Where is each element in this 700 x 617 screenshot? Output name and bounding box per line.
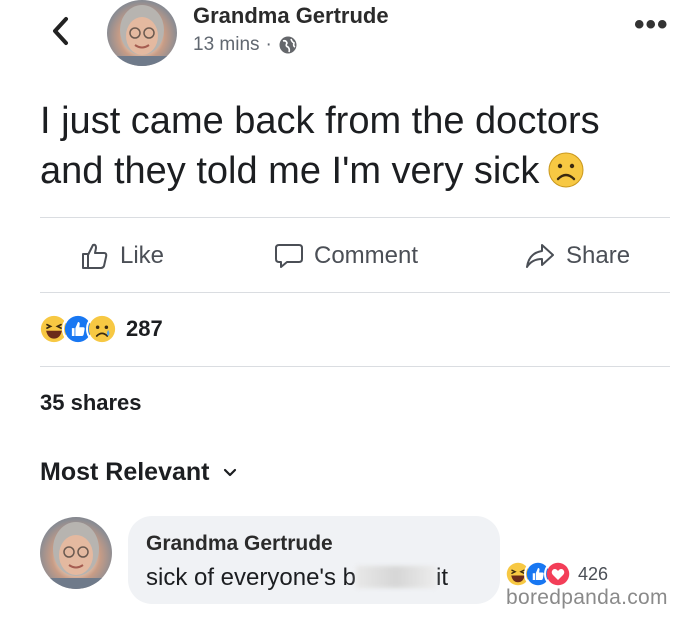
- divider: [40, 217, 670, 218]
- watermark: boredpanda.com: [506, 586, 668, 609]
- love-icon: [544, 560, 572, 588]
- author-name[interactable]: Grandma Gertrude: [193, 3, 389, 29]
- post-text-line-2: and they told me I'm very sick: [40, 150, 540, 192]
- chevron-down-icon: [224, 468, 237, 476]
- author-avatar[interactable]: [107, 0, 177, 66]
- comment-reactions[interactable]: 426: [504, 560, 608, 588]
- comment-reaction-count: 426: [578, 563, 609, 584]
- sad-face-emoji-icon: [548, 152, 584, 188]
- reaction-count: 287: [126, 316, 163, 341]
- comment-text-end: it: [436, 564, 449, 591]
- grandma-portrait-icon: [40, 522, 112, 589]
- like-label: Like: [120, 242, 165, 269]
- shares-count[interactable]: 35 shares: [40, 390, 142, 416]
- comment-sort-dropdown[interactable]: Most Relevant: [40, 458, 237, 487]
- comment-bubble: Grandma Gertrude sick of everyone's b it: [128, 516, 500, 604]
- share-label: Share: [566, 242, 631, 269]
- post-time[interactable]: 13 mins: [193, 34, 260, 56]
- share-button[interactable]: Share: [524, 228, 630, 284]
- grandma-portrait-icon: [107, 5, 177, 66]
- post-text-line-1: I just came back from the doctors: [40, 100, 600, 142]
- like-button[interactable]: Like: [80, 228, 164, 284]
- comment-bubble-icon: [275, 244, 303, 268]
- comment-button[interactable]: Comment: [274, 228, 418, 284]
- sad-icon: [86, 313, 118, 345]
- thumbs-up-icon: [82, 243, 108, 269]
- comment-text-start: sick of everyone's b: [146, 564, 357, 591]
- chevron-left-icon: [53, 17, 68, 45]
- commenter-avatar[interactable]: [40, 517, 112, 589]
- censored-word: [356, 566, 437, 588]
- meta-separator: ·: [265, 34, 272, 55]
- share-arrow-icon: [526, 244, 554, 268]
- post-body: I just came back from the doctors and th…: [40, 96, 670, 196]
- post-header: Grandma Gertrude 13 mins · •••: [0, 0, 700, 80]
- comment-label: Comment: [314, 242, 419, 269]
- post-meta: 13 mins ·: [193, 34, 298, 56]
- divider: [40, 292, 670, 293]
- reactions-summary[interactable]: 287: [38, 311, 163, 347]
- back-button[interactable]: [46, 14, 76, 48]
- comment-author[interactable]: Grandma Gertrude: [146, 532, 333, 556]
- more-options-icon[interactable]: •••: [634, 10, 669, 40]
- post-actions-bar: Like Comment Share: [40, 228, 670, 284]
- globe-icon: [279, 36, 297, 54]
- post-text-line-2-wrap: and they told me I'm very sick: [40, 146, 670, 196]
- divider: [40, 366, 670, 367]
- comment-text: sick of everyone's b it: [146, 564, 448, 592]
- sort-label: Most Relevant: [40, 458, 210, 486]
